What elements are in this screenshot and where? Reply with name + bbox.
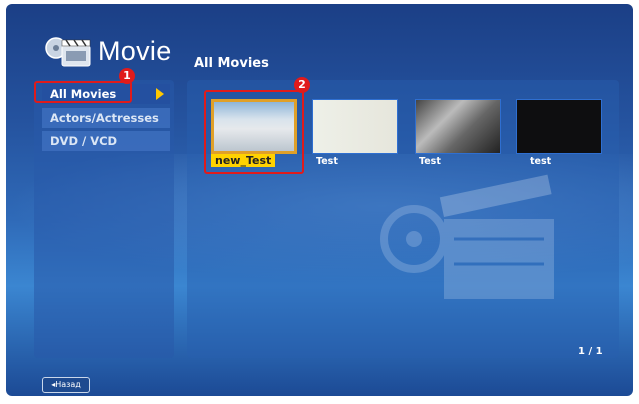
section-title: All Movies [194,56,269,71]
movie-thumbnail[interactable] [312,99,398,154]
movie-title[interactable]: Test [419,156,441,167]
sidebar-item-label: Actors/Actresses [50,111,159,125]
app-title: Movie [98,36,172,66]
film-clapper-decoration-icon [380,174,554,299]
sidebar-item-actors-actresses[interactable]: Actors/Actresses [42,108,170,128]
page-indicator: 1 / 1 [578,346,603,357]
back-button[interactable]: ◂Назад [42,377,90,393]
movie-thumbnail[interactable] [516,99,602,154]
callout-box-2 [204,90,304,174]
callout-number-1: 1 [119,68,135,84]
callout-number-2: 2 [294,77,310,93]
callout-box-1 [34,81,132,103]
sidebar-item-label: DVD / VCD [50,134,118,148]
movie-title[interactable]: test [530,156,551,167]
sidebar-item-dvd-vcd[interactable]: DVD / VCD [42,131,170,151]
arrow-right-icon [156,88,164,100]
media-screen: Movie All Movies All Movies Actors/Actre… [6,4,633,396]
movie-title[interactable]: Test [316,156,338,167]
film-camera-icon [45,37,91,67]
movie-thumbnail[interactable] [415,99,501,154]
